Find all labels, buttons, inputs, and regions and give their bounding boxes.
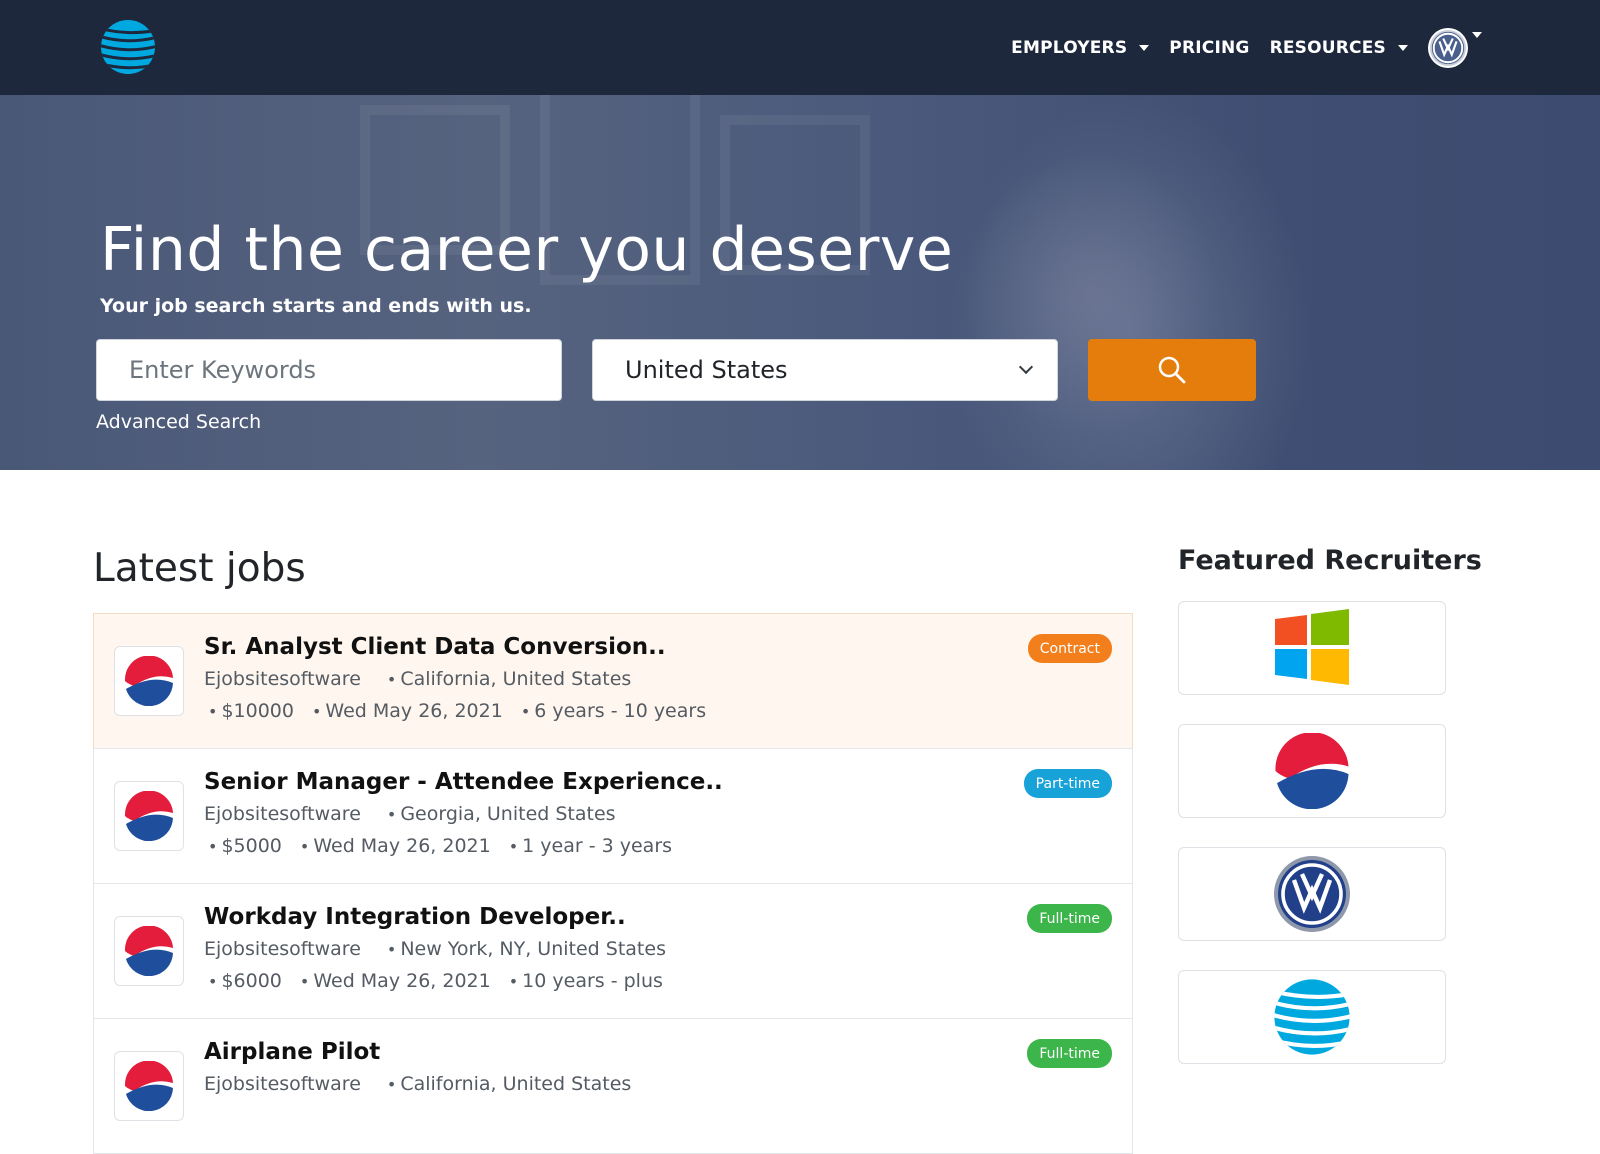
latest-jobs-heading: Latest jobs — [93, 546, 306, 591]
job-meta-line: Ejobsitesoftware California, United Stat… — [204, 668, 631, 690]
windows-logo-icon — [1275, 609, 1349, 685]
caret-down-icon — [1139, 44, 1150, 51]
search-icon — [1158, 356, 1186, 384]
keywords-input[interactable] — [96, 339, 562, 401]
nav-pricing-label: PRICING — [1169, 37, 1250, 58]
job-company: Ejobsitesoftware — [204, 668, 361, 690]
pepsi-logo-icon — [124, 926, 173, 976]
pepsi-logo-icon — [124, 1061, 173, 1111]
hero-banner: Find the career you deserve Your job sea… — [0, 95, 1600, 470]
job-company: Ejobsitesoftware — [204, 1073, 361, 1095]
caret-down-icon — [1472, 31, 1482, 38]
nav-resources-label: RESOURCES — [1269, 37, 1386, 58]
volkswagen-logo-icon — [1429, 29, 1467, 66]
job-card[interactable]: Senior Manager - Attendee Experience.. E… — [93, 748, 1133, 884]
job-salary: $5000 — [208, 835, 281, 857]
job-details-line: $5000 Wed May 26, 2021 1 year - 3 years — [204, 835, 672, 857]
job-type-badge: Full-time — [1027, 904, 1112, 933]
job-type-badge: Part-time — [1023, 769, 1112, 798]
chevron-down-icon — [1018, 359, 1034, 375]
pepsi-logo-icon — [124, 791, 173, 841]
search-button[interactable] — [1088, 339, 1256, 401]
avatar[interactable] — [1428, 27, 1468, 68]
company-logo — [114, 916, 184, 986]
top-navbar: EMPLOYERS PRICING RESOURCES — [0, 0, 1600, 95]
job-title[interactable]: Workday Integration Developer.. — [204, 904, 626, 930]
job-card[interactable]: Workday Integration Developer.. Ejobsite… — [93, 883, 1133, 1019]
job-location: California, United States — [387, 1073, 631, 1095]
nav-employers[interactable]: EMPLOYERS — [1011, 37, 1150, 58]
nav-resources[interactable]: RESOURCES — [1270, 38, 1408, 58]
job-card[interactable]: Airplane Pilot Ejobsitesoftware Californ… — [93, 1018, 1133, 1154]
job-meta-line: Ejobsitesoftware New York, NY, United St… — [204, 938, 666, 960]
job-company: Ejobsitesoftware — [204, 938, 361, 960]
country-select-value: United States — [625, 356, 788, 384]
job-experience: 6 years - 10 years — [521, 700, 706, 722]
nav-pricing[interactable]: PRICING — [1169, 38, 1249, 58]
main-nav: EMPLOYERS PRICING RESOURCES — [1011, 0, 1482, 95]
job-title[interactable]: Senior Manager - Attendee Experience.. — [204, 769, 723, 795]
job-details-line: $6000 Wed May 26, 2021 10 years - plus — [204, 970, 663, 992]
job-meta-line: Ejobsitesoftware California, United Stat… — [204, 1073, 631, 1095]
job-date: Wed May 26, 2021 — [300, 970, 490, 992]
job-location: California, United States — [387, 668, 631, 690]
job-title[interactable]: Airplane Pilot — [204, 1039, 380, 1065]
featured-recruiters-heading: Featured Recruiters — [1178, 545, 1482, 576]
advanced-search-link[interactable]: Advanced Search — [96, 411, 261, 433]
job-date: Wed May 26, 2021 — [300, 835, 490, 857]
jobs-list: Sr. Analyst Client Data Conversion.. Ejo… — [93, 613, 1133, 1154]
caret-down-icon — [1398, 44, 1408, 51]
job-salary: $6000 — [208, 970, 281, 992]
job-type-badge: Full-time — [1027, 1039, 1112, 1068]
job-location: Georgia, United States — [387, 803, 615, 825]
job-title[interactable]: Sr. Analyst Client Data Conversion.. — [204, 634, 666, 660]
volkswagen-logo-icon — [1274, 856, 1350, 932]
recruiter-card-windows[interactable] — [1178, 601, 1446, 695]
company-logo — [114, 1051, 184, 1121]
nav-employers-label: EMPLOYERS — [1011, 37, 1128, 58]
country-select[interactable]: United States — [592, 339, 1058, 401]
hero-subtitle: Your job search starts and ends with us. — [100, 295, 532, 317]
job-experience: 10 years - plus — [509, 970, 663, 992]
recruiter-card-pepsi[interactable] — [1178, 724, 1446, 818]
company-logo — [114, 646, 184, 716]
user-menu[interactable] — [1428, 27, 1482, 68]
recruiter-card-volkswagen[interactable] — [1178, 847, 1446, 941]
job-date: Wed May 26, 2021 — [312, 700, 502, 722]
hero-title: Find the career you deserve — [100, 215, 954, 285]
job-experience: 1 year - 3 years — [509, 835, 672, 857]
att-globe-icon — [1274, 979, 1350, 1055]
att-globe-icon[interactable] — [100, 19, 156, 75]
pepsi-logo-icon — [1275, 733, 1349, 809]
job-location: New York, NY, United States — [387, 938, 666, 960]
job-salary: $10000 — [208, 700, 294, 722]
company-logo — [114, 781, 184, 851]
job-meta-line: Ejobsitesoftware Georgia, United States — [204, 803, 616, 825]
job-card[interactable]: Sr. Analyst Client Data Conversion.. Ejo… — [93, 613, 1133, 749]
recruiter-card-att[interactable] — [1178, 970, 1446, 1064]
job-details-line: $10000 Wed May 26, 2021 6 years - 10 yea… — [204, 700, 706, 722]
pepsi-logo-icon — [124, 656, 173, 706]
job-type-badge: Contract — [1027, 634, 1112, 663]
job-company: Ejobsitesoftware — [204, 803, 361, 825]
